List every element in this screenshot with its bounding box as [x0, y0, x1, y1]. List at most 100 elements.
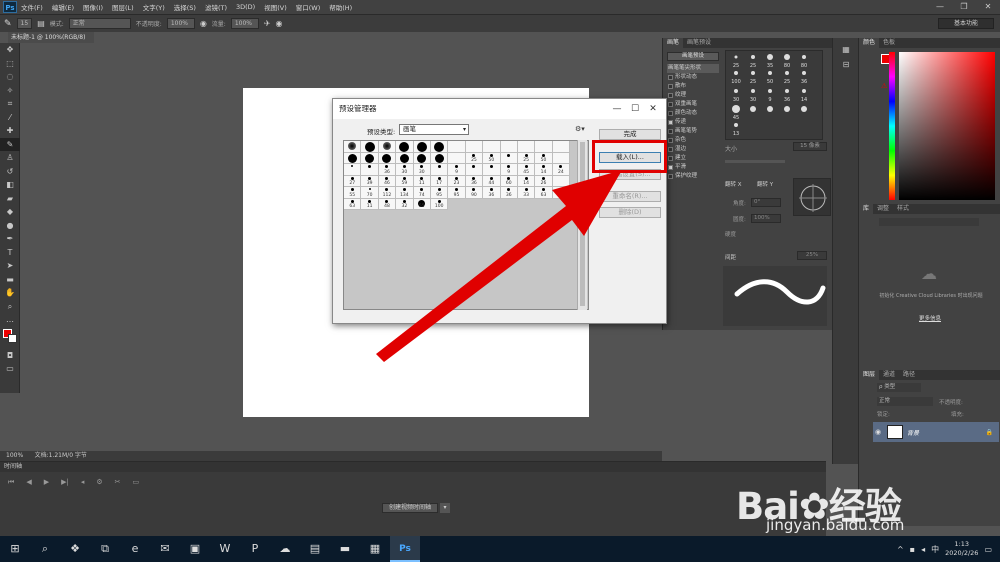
photos-icon[interactable]: ▦ — [360, 536, 390, 562]
more-info-link[interactable]: 更多信息 — [859, 314, 1000, 322]
brush-preset-cell[interactable]: 44 — [483, 175, 501, 187]
start-icon[interactable]: ⊞ — [0, 536, 30, 562]
first-frame-icon[interactable]: ⏮ — [8, 478, 14, 487]
brush-setting-item[interactable]: 颜色动态 — [667, 109, 719, 118]
stamp-tool-icon[interactable]: ♙ — [0, 151, 20, 165]
brush-preset-cell[interactable]: 55 — [413, 198, 431, 210]
brush-preset-cell[interactable]: 33 — [517, 187, 536, 199]
pressure-opacity-icon[interactable]: ◉ — [200, 19, 207, 28]
brush-preset-cell[interactable]: 55 — [344, 187, 362, 199]
flow-input[interactable]: 100% — [230, 18, 259, 29]
brush-preset-cell[interactable] — [430, 164, 449, 176]
tab-adjustments[interactable]: 调整 — [873, 204, 893, 214]
edge-icon[interactable]: e — [120, 536, 150, 562]
blur-tool-icon[interactable]: ◆ — [0, 205, 20, 219]
healing-tool-icon[interactable]: ✚ — [0, 124, 20, 138]
brush-preset-cell[interactable]: 14 — [517, 175, 536, 187]
path-select-tool-icon[interactable]: ➤ — [0, 259, 20, 273]
brush-preset-cell[interactable]: 25 — [465, 152, 484, 164]
brush-preset-cell[interactable] — [448, 141, 466, 153]
split-icon[interactable]: ✂ — [115, 478, 121, 487]
brush-preset-cell[interactable]: 63 — [535, 187, 553, 199]
brush-preset-cell[interactable] — [378, 152, 397, 164]
brush-preset-cell[interactable]: 46 — [378, 175, 397, 187]
layer-row-background[interactable]: ◉ 背景 🔒 — [873, 422, 999, 442]
brush-preset-cell[interactable]: 30 — [396, 164, 414, 176]
brush-preset-cell[interactable]: 36 — [465, 175, 484, 187]
tab-layers[interactable]: 图层 — [859, 370, 880, 380]
brush-preset-cell[interactable]: 90 — [465, 187, 484, 199]
tab-color[interactable]: 颜色 — [859, 38, 880, 48]
quick-mask-icon[interactable]: ◘ — [0, 349, 20, 363]
flip-x-checkbox[interactable]: 翻转 X — [725, 180, 742, 188]
chevron-down-icon[interactable]: ▾ — [440, 503, 450, 513]
brush-preset-cell[interactable]: 11 — [413, 175, 431, 187]
dialog-maximize-icon[interactable]: ☐ — [626, 99, 644, 119]
brush-preset-cell[interactable]: 27 — [344, 175, 362, 187]
spacing-input[interactable]: 25% — [797, 251, 827, 260]
brush-preset-cell[interactable] — [552, 175, 571, 187]
volume-icon[interactable]: ◂ — [921, 545, 925, 554]
brush-preset-cell[interactable]: 30 — [413, 164, 431, 176]
brush-preset-cell[interactable] — [552, 141, 571, 153]
brush-setting-item[interactable]: 画笔笔势 — [667, 127, 719, 136]
brush-tool-icon[interactable]: ✎ — [0, 137, 20, 151]
move-tool-icon[interactable]: ✥ — [0, 43, 20, 57]
brush-size-picker[interactable]: 15 — [16, 18, 33, 29]
brush-preset-cell[interactable] — [361, 164, 379, 176]
word-icon[interactable]: W — [210, 536, 240, 562]
wechat-icon[interactable]: ☁ — [270, 536, 300, 562]
brush-preset-cell[interactable]: 17 — [430, 175, 449, 187]
create-video-timeline-button[interactable]: 创建视频时间轴 — [382, 503, 438, 513]
eraser-tool-icon[interactable]: ◧ — [0, 178, 20, 192]
chevron-up-icon[interactable]: ^ — [897, 545, 904, 554]
brush-preset-cell[interactable]: 25 — [517, 152, 536, 164]
brush-preset-cell[interactable]: 11 — [361, 198, 379, 210]
play-icon[interactable]: ▶ — [44, 478, 49, 487]
brush-setting-item[interactable]: 湿边 — [667, 145, 719, 154]
brush-preset-cell[interactable]: 95 — [448, 187, 466, 199]
marquee-tool-icon[interactable]: ⬚ — [0, 57, 20, 71]
brush-preset-cell[interactable] — [344, 141, 362, 153]
size-input[interactable]: 15 像素 — [793, 142, 827, 151]
search-icon[interactable]: ⌕ — [30, 536, 60, 562]
dialog-minimize-icon[interactable]: — — [608, 99, 626, 119]
brush-preset-cell[interactable]: 74 — [413, 187, 431, 199]
menu-type[interactable]: 文字(Y) — [143, 2, 165, 12]
brush-preset-cell[interactable]: 63 — [344, 198, 362, 210]
tab-brush-presets[interactable]: 画笔预设 — [683, 38, 715, 48]
brush-preset-cell[interactable] — [465, 141, 484, 153]
brush-preset-cell[interactable]: 24 — [552, 164, 571, 176]
dodge-tool-icon[interactable]: ● — [0, 219, 20, 233]
brush-preset-cell[interactable] — [396, 152, 414, 164]
brush-preset-cell[interactable]: 45 — [517, 164, 536, 176]
roundness-input[interactable]: 100% — [751, 214, 781, 223]
brush-preset-cell[interactable]: 100 — [430, 198, 449, 210]
brush-preset-cell[interactable]: 26 — [535, 175, 553, 187]
tab-swatches[interactable]: 色板 — [879, 38, 899, 48]
brush-setting-item[interactable]: 杂色 — [667, 136, 719, 145]
menu-window[interactable]: 窗口(W) — [296, 2, 321, 12]
blend-mode-select[interactable]: 正常 — [877, 397, 933, 406]
menu-layer[interactable]: 图层(L) — [112, 2, 134, 12]
crop-tool-icon[interactable]: ⌗ — [0, 97, 20, 111]
extra-tools-icon[interactable]: … — [0, 313, 20, 327]
preset-brush-grid[interactable]: 25 50 25 50 36 30 30 9 9 45 14 24 27 39 46 59 11 17 23 36 44… — [343, 140, 589, 310]
brush-presets-button[interactable]: 画笔预设 — [667, 52, 719, 61]
size-slider[interactable] — [725, 160, 785, 163]
brush-preset-cell[interactable]: 32 — [396, 198, 414, 210]
history-brush-tool-icon[interactable]: ↺ — [0, 165, 20, 179]
brush-preset-cell[interactable] — [535, 141, 553, 153]
brush-setting-item[interactable]: 双重画笔 — [667, 100, 719, 109]
menu-image[interactable]: 图像(I) — [83, 2, 103, 12]
tab-channels[interactable]: 通道 — [879, 370, 899, 380]
type-tool-icon[interactable]: T — [0, 246, 20, 260]
brush-preset-cell[interactable]: 50 — [535, 152, 553, 164]
brush-setting-item[interactable]: 平滑 — [667, 163, 719, 172]
brush-setting-item[interactable]: 纹理 — [667, 91, 719, 100]
brush-preset-cell[interactable]: 134 — [396, 187, 414, 199]
angle-input[interactable]: 0° — [751, 198, 781, 207]
color-swatches-icon[interactable] — [0, 327, 20, 349]
settings-icon[interactable]: ⚙ — [96, 478, 102, 487]
menu-3d[interactable]: 3D(D) — [236, 3, 255, 11]
